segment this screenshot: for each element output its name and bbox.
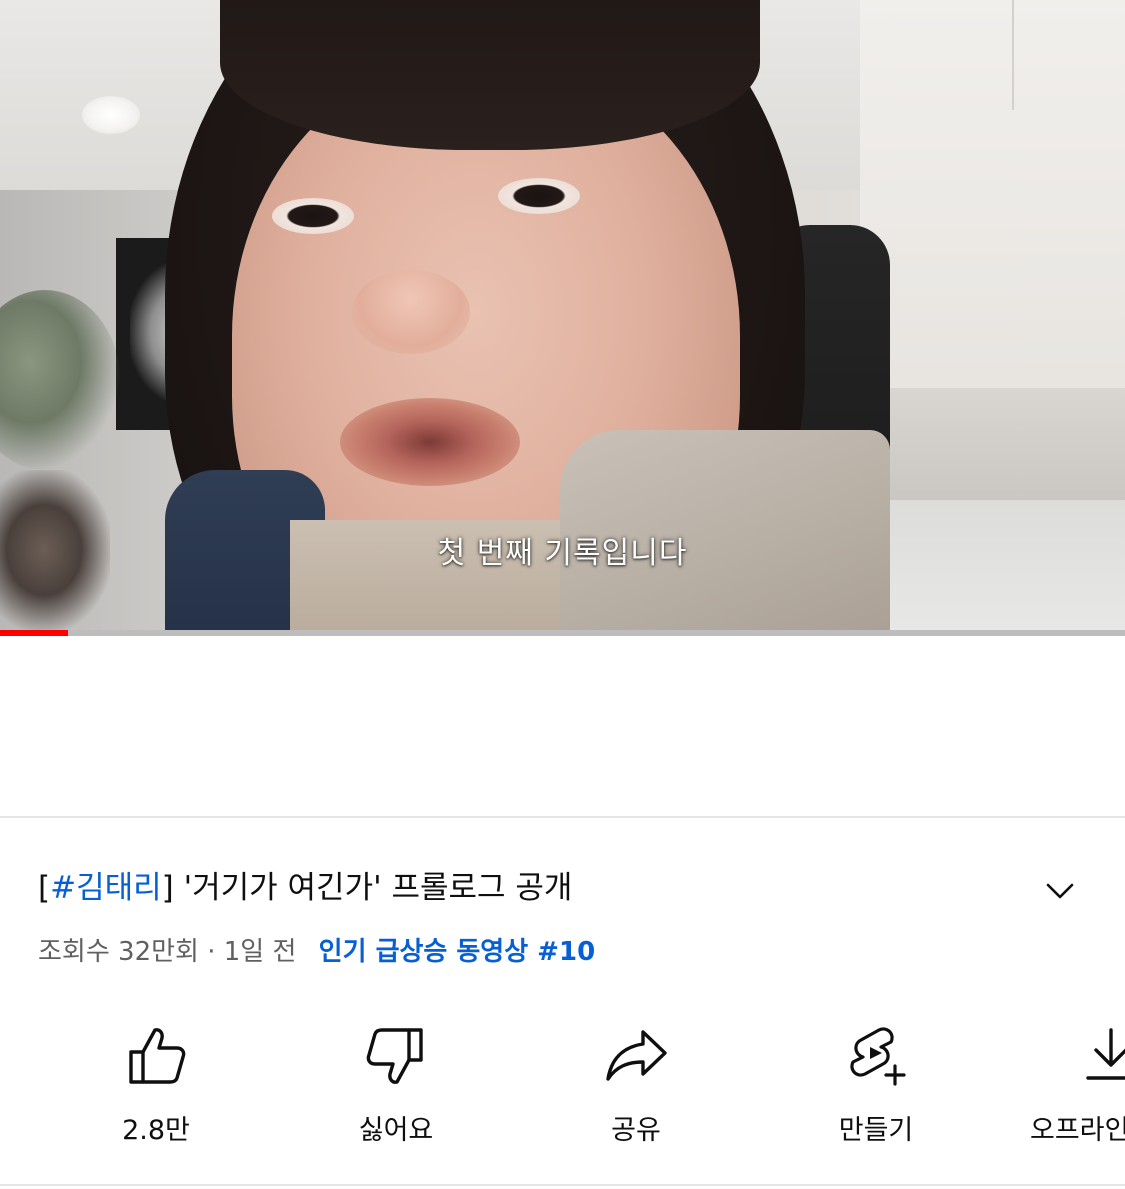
offline-label: 오프라인 — [1030, 1115, 1125, 1146]
video-background — [860, 0, 1125, 410]
title-hashtag-link[interactable]: #김태리 — [50, 870, 162, 906]
video-player[interactable]: 첫 번째 기록입니다 — [0, 0, 1125, 636]
dislike-label: 싫어요 — [358, 1115, 434, 1146]
title-text: ] '거기가 여긴가' 프롤로그 공개 — [161, 870, 573, 906]
video-subject — [272, 198, 354, 234]
video-subtitle: 첫 번째 기록입니다 — [437, 536, 688, 571]
trending-badge-link[interactable]: 인기 급상승 동영상 #10 — [319, 937, 595, 967]
meta-separator: · — [207, 937, 216, 967]
divider — [0, 816, 1125, 818]
share-label: 공유 — [611, 1115, 661, 1146]
video-title[interactable]: [#김태리] '거기가 여긴가' 프롤로그 공개 — [38, 866, 1028, 910]
chevron-down-icon — [1046, 883, 1074, 899]
video-background — [880, 388, 1125, 508]
share-button[interactable]: 공유 — [566, 1022, 706, 1152]
video-background — [82, 96, 140, 134]
video-subject — [498, 178, 580, 214]
upload-age: 1일 전 — [223, 937, 297, 967]
video-meta: 조회수 32만회 · 1일 전 인기 급상승 동영상 #10 — [38, 934, 1038, 970]
title-bracket: [ — [38, 870, 51, 906]
view-count: 조회수 32만회 — [38, 937, 199, 967]
download-icon — [1086, 1028, 1125, 1080]
thumbs-up-icon — [129, 1028, 186, 1084]
create-button[interactable]: 만들기 — [806, 1022, 946, 1152]
shorts-create-icon — [850, 1027, 906, 1086]
like-button[interactable]: 2.8만 — [86, 1022, 226, 1152]
video-background — [0, 290, 120, 470]
dislike-button[interactable]: 싫어요 — [326, 1022, 466, 1152]
video-subject — [340, 398, 520, 486]
create-label: 만들기 — [838, 1115, 914, 1146]
divider — [0, 1184, 1125, 1186]
like-count: 2.8만 — [122, 1115, 190, 1146]
offline-download-button[interactable]: 오프라인 — [1030, 1022, 1125, 1152]
video-info-placeholder — [0, 636, 1125, 816]
video-background — [1012, 0, 1014, 110]
share-icon — [606, 1030, 667, 1081]
expand-description-button[interactable] — [1040, 872, 1080, 912]
thumbs-down-icon — [366, 1028, 423, 1084]
video-subject — [352, 270, 470, 354]
